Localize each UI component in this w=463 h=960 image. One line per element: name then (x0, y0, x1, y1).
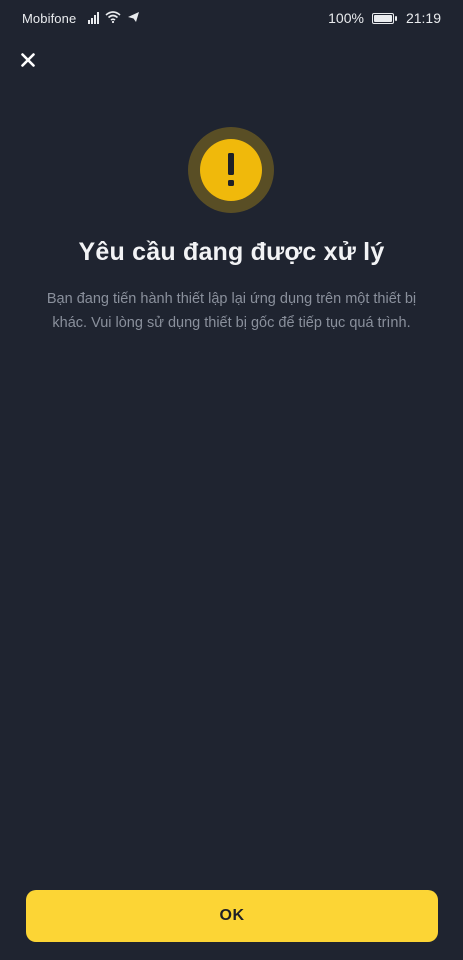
screen: Mobifone 100% 21:19 Yêu cầu đang được xử… (0, 0, 463, 960)
alert-message: Bạn đang tiến hành thiết lập lại ứng dụn… (46, 291, 417, 331)
status-bar: Mobifone 100% 21:19 (0, 0, 463, 36)
status-right: 100% 21:19 (328, 10, 441, 26)
wifi-icon (105, 10, 121, 26)
warning-icon (188, 127, 274, 213)
exclamation-icon (228, 153, 234, 186)
battery-icon (371, 12, 397, 24)
carrier-label: Mobifone (22, 10, 77, 26)
close-button[interactable] (16, 48, 40, 72)
clock: 21:19 (405, 10, 441, 26)
warning-icon-circle (200, 139, 262, 201)
status-left: Mobifone (22, 11, 140, 26)
ok-button[interactable]: OK (26, 890, 438, 942)
page-title: Yêu cầu đang được xử lý (78, 238, 385, 266)
signal-icon (88, 12, 100, 24)
battery-percent: 100% (328, 10, 364, 26)
send-icon (127, 11, 140, 26)
close-icon (21, 53, 35, 67)
